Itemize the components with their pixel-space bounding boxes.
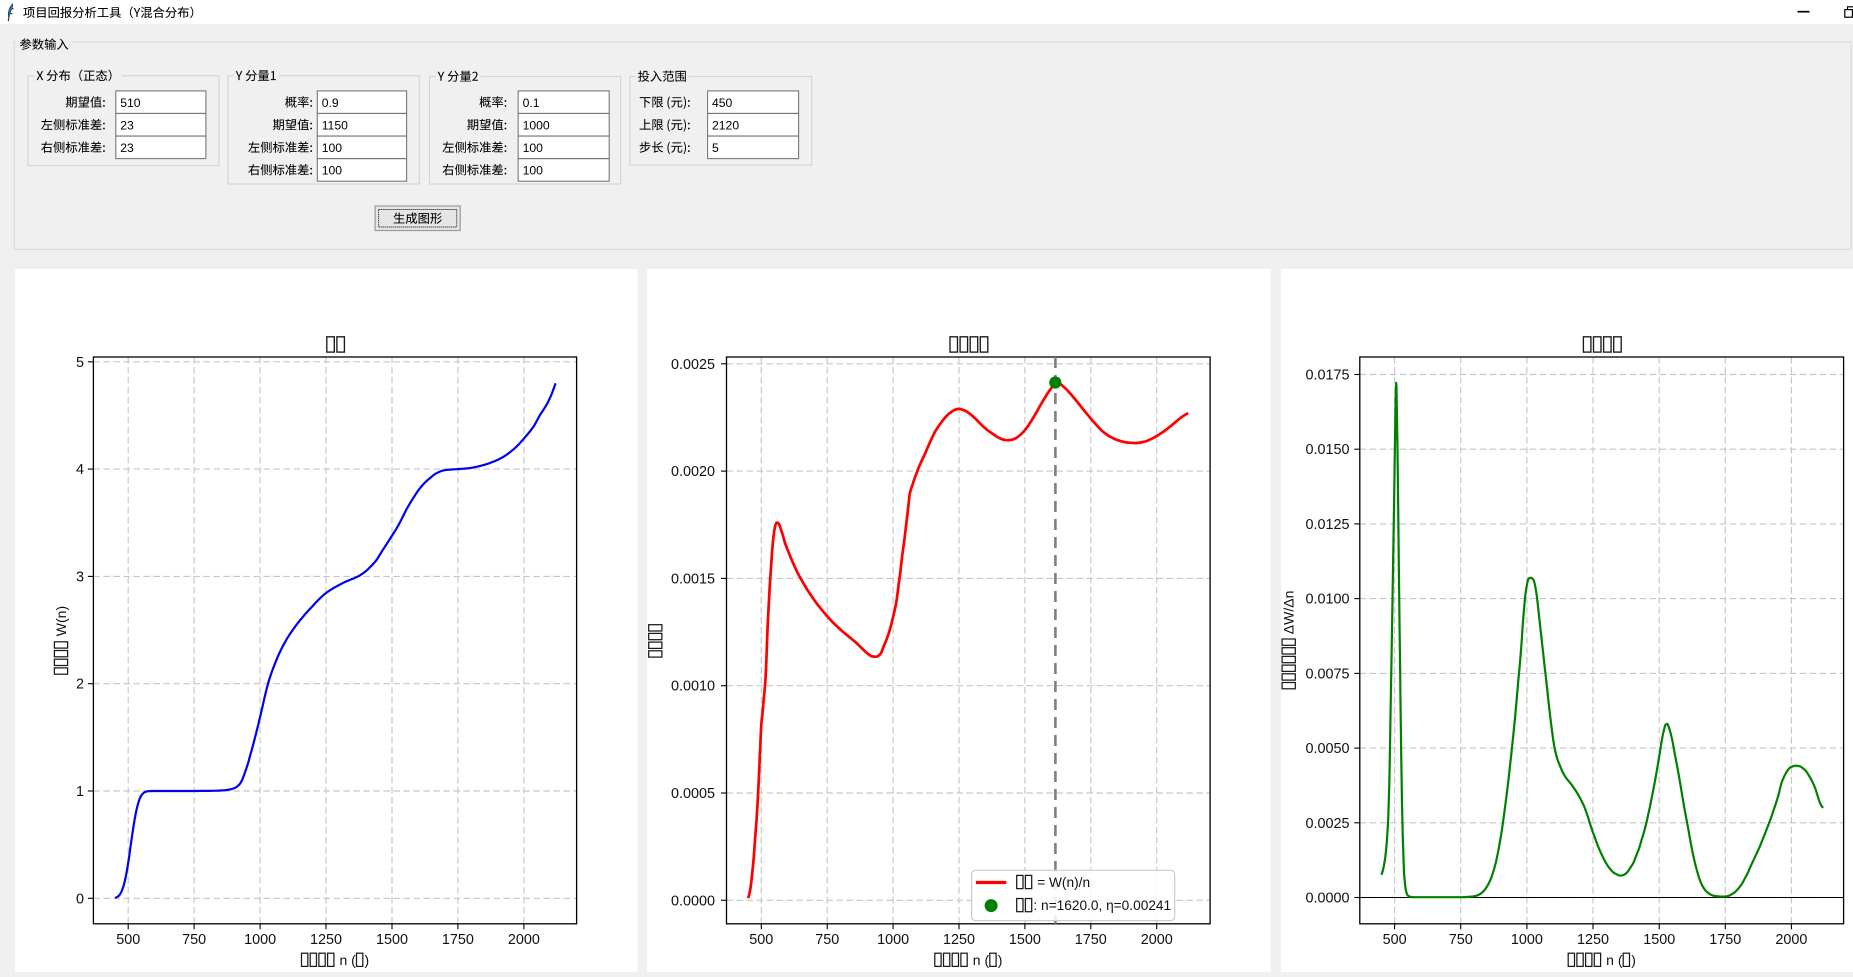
svg-text:): ) xyxy=(998,952,1003,968)
svg-text:100: 100 xyxy=(322,141,343,155)
svg-text:0.0100: 0.0100 xyxy=(1305,592,1349,608)
svg-text:0: 0 xyxy=(76,891,84,907)
svg-text:4: 4 xyxy=(76,462,84,478)
svg-text:2: 2 xyxy=(76,677,84,693)
svg-text:5: 5 xyxy=(76,355,84,371)
svg-text:750: 750 xyxy=(815,932,839,948)
svg-text:0.0175: 0.0175 xyxy=(1305,368,1349,384)
svg-text:0.0025: 0.0025 xyxy=(1305,816,1349,832)
svg-text:1500: 1500 xyxy=(376,932,408,948)
svg-text:n (: n ( xyxy=(336,952,357,968)
svg-text:1750: 1750 xyxy=(1709,932,1741,948)
svg-text:= W(n)/n: = W(n)/n xyxy=(1033,875,1090,890)
svg-text:2000: 2000 xyxy=(1775,932,1807,948)
svg-text:0.0125: 0.0125 xyxy=(1305,517,1349,533)
svg-text:0.0020: 0.0020 xyxy=(671,464,715,480)
svg-text:510: 510 xyxy=(120,96,141,110)
svg-text:1150: 1150 xyxy=(322,119,348,133)
svg-text:1000: 1000 xyxy=(523,119,550,133)
svg-text:1250: 1250 xyxy=(310,932,342,948)
svg-text:2000: 2000 xyxy=(508,932,540,948)
svg-text:750: 750 xyxy=(1449,932,1473,948)
svg-text:23: 23 xyxy=(120,119,134,133)
svg-text:100: 100 xyxy=(322,164,343,178)
svg-text:0.1: 0.1 xyxy=(523,96,540,110)
svg-text:1750: 1750 xyxy=(442,932,474,948)
svg-text:0.0000: 0.0000 xyxy=(671,893,715,909)
svg-text:100: 100 xyxy=(523,141,544,155)
svg-text:ΔW/Δn: ΔW/Δn xyxy=(1281,591,1297,638)
svg-text:500: 500 xyxy=(1383,932,1407,948)
svg-text:3: 3 xyxy=(76,569,84,585)
svg-text:2000: 2000 xyxy=(1141,932,1173,948)
svg-text:500: 500 xyxy=(749,932,773,948)
svg-text:W(n): W(n) xyxy=(53,606,69,640)
svg-text:0.0000: 0.0000 xyxy=(1305,891,1349,907)
svg-text:0.0025: 0.0025 xyxy=(671,357,715,373)
svg-text:750: 750 xyxy=(182,932,206,948)
svg-text:1500: 1500 xyxy=(1009,932,1041,948)
svg-text:0.0015: 0.0015 xyxy=(671,571,715,587)
svg-text:100: 100 xyxy=(523,164,544,178)
svg-text:0.0010: 0.0010 xyxy=(671,679,715,695)
svg-text:n (: n ( xyxy=(969,952,990,968)
svg-text:0.0150: 0.0150 xyxy=(1305,442,1349,458)
svg-text:0.0050: 0.0050 xyxy=(1305,741,1349,757)
svg-text:: n=1620.0, η=0.00241: : n=1620.0, η=0.00241 xyxy=(1033,898,1171,913)
svg-text:1250: 1250 xyxy=(1577,932,1609,948)
svg-text:5: 5 xyxy=(712,141,719,155)
svg-text:1500: 1500 xyxy=(1643,932,1675,948)
svg-text:1000: 1000 xyxy=(244,932,276,948)
svg-text:450: 450 xyxy=(712,96,733,110)
svg-text:0.9: 0.9 xyxy=(322,96,339,110)
svg-text:): ) xyxy=(1631,952,1636,968)
svg-text:1000: 1000 xyxy=(1511,932,1543,948)
svg-text:23: 23 xyxy=(120,141,134,155)
svg-text:0.0075: 0.0075 xyxy=(1305,666,1349,682)
svg-text:2120: 2120 xyxy=(712,119,739,133)
svg-text:0.0005: 0.0005 xyxy=(671,786,715,802)
svg-text:500: 500 xyxy=(116,932,140,948)
svg-text:1000: 1000 xyxy=(877,932,909,948)
svg-text:1: 1 xyxy=(76,784,84,800)
svg-text:n (: n ( xyxy=(1602,952,1623,968)
svg-text:1250: 1250 xyxy=(943,932,975,948)
svg-text:): ) xyxy=(365,952,370,968)
svg-text:1750: 1750 xyxy=(1075,932,1107,948)
